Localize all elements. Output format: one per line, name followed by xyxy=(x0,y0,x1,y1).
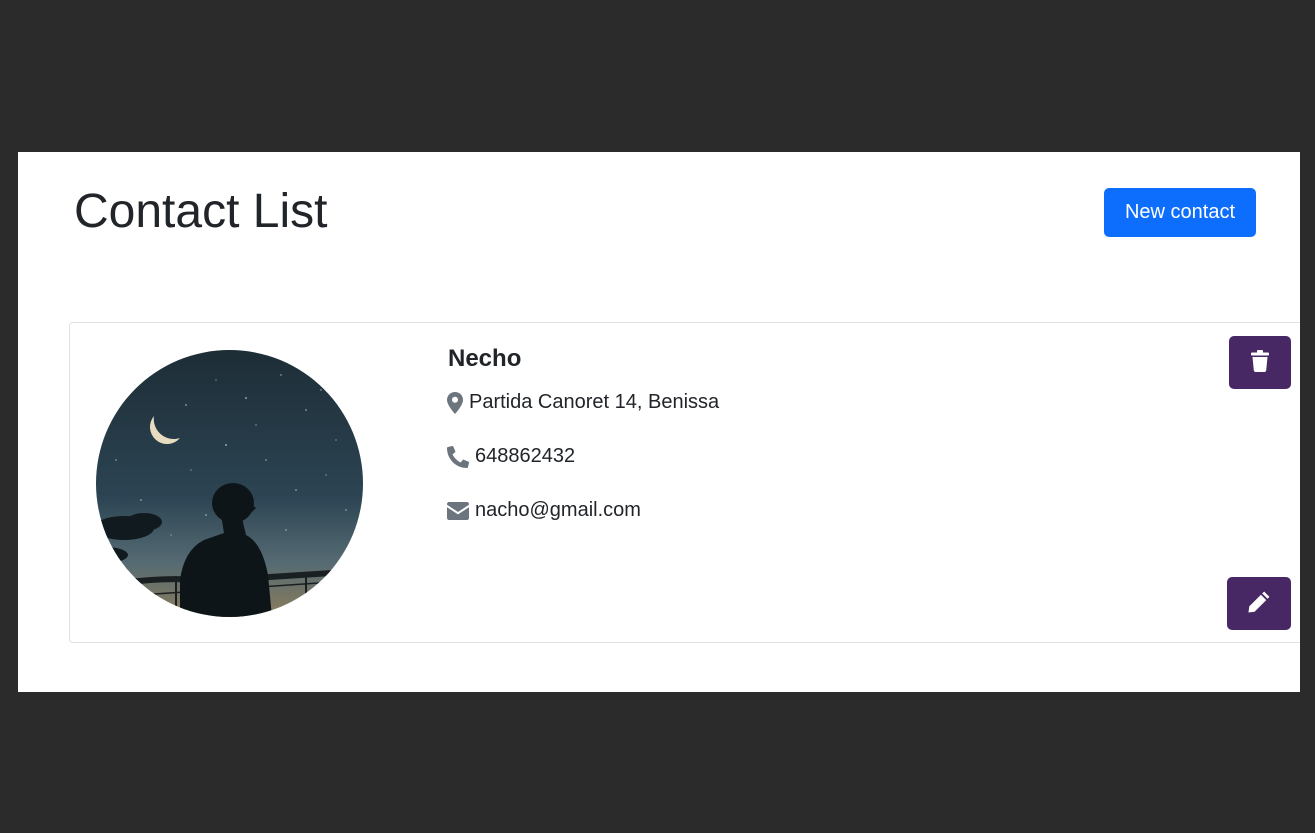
contact-phone: 648862432 xyxy=(475,445,576,467)
contact-email: nacho@gmail.com xyxy=(475,499,641,521)
contact-card: Necho Partida Canoret 14, Benissa 648862… xyxy=(69,322,1300,643)
trash-icon xyxy=(1251,350,1269,375)
new-contact-button[interactable]: New contact xyxy=(1104,188,1256,237)
map-marker-icon xyxy=(447,391,463,414)
avatar xyxy=(96,350,363,617)
page-title: Contact List xyxy=(74,185,328,238)
edit-contact-button[interactable] xyxy=(1227,577,1291,630)
contact-name: Necho xyxy=(448,345,522,372)
pencil-icon xyxy=(1248,591,1270,616)
contact-address: Partida Canoret 14, Benissa xyxy=(469,391,720,413)
phone-icon xyxy=(447,445,469,468)
contact-phone-row: 648862432 xyxy=(447,445,575,468)
avatar-image xyxy=(96,350,363,617)
contact-list-panel: Contact List New contact Necho Partida C… xyxy=(18,152,1300,692)
contact-address-row: Partida Canoret 14, Benissa xyxy=(447,391,719,414)
envelope-icon xyxy=(447,501,469,520)
contact-email-row: nacho@gmail.com xyxy=(447,499,641,522)
delete-contact-button[interactable] xyxy=(1229,336,1291,389)
